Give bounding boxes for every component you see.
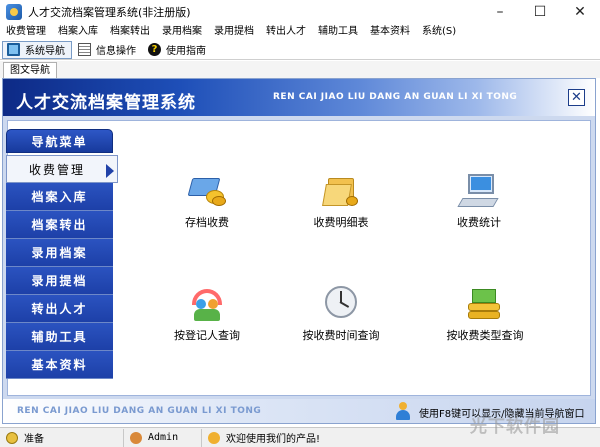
func-archive-charge[interactable]: 存档收费 — [152, 172, 262, 230]
watermark: 光下软件园 — [470, 417, 560, 437]
func-query-time[interactable]: 按收费时间查询 — [286, 285, 396, 343]
banner-title: 人才交流档案管理系统 — [16, 93, 196, 113]
minimize-button[interactable]: – — [480, 0, 520, 24]
func-query-registrant[interactable]: 按登记人查询 — [152, 285, 262, 343]
user-tip-icon — [395, 402, 411, 420]
menu-archive-in[interactable]: 档案入库 — [52, 24, 104, 40]
menu-hire-archive[interactable]: 录用档案 — [156, 24, 208, 40]
banner: 人才交流档案管理系统 REN CAI JIAO LIU DANG AN GUAN… — [3, 79, 595, 116]
user-guide-button[interactable]: ? 使用指南 — [144, 41, 212, 59]
nav-item-archive-out[interactable]: 档案转出 — [6, 211, 113, 239]
status-welcome-text: 欢迎使用我们的产品! — [226, 434, 321, 445]
folder-coins-icon — [320, 172, 362, 210]
func-label: 存档收费 — [185, 216, 229, 229]
people-icon — [186, 285, 228, 323]
nav-item-charges[interactable]: 收费管理 — [6, 155, 118, 183]
func-label: 按收费类型查询 — [446, 329, 524, 342]
system-nav-button[interactable]: 系统导航 — [2, 40, 72, 59]
nav-item-transfer-talent[interactable]: 转出人才 — [6, 295, 113, 323]
func-label: 按收费时间查询 — [302, 329, 380, 342]
status-welcome: 欢迎使用我们的产品! — [202, 429, 326, 447]
toolbar: 系统导航 信息操作 ? 使用指南 — [0, 40, 600, 60]
func-label: 按登记人查询 — [174, 329, 240, 342]
help-icon: ? — [148, 43, 161, 56]
nav-item-hire-retrieve[interactable]: 录用提档 — [6, 267, 113, 295]
money-stack-icon — [464, 285, 506, 323]
status-ready: 准备 — [0, 428, 124, 447]
info-operation-label: 信息操作 — [96, 46, 136, 57]
ready-icon — [6, 431, 18, 444]
menu-tools[interactable]: 辅助工具 — [312, 24, 364, 40]
nav-item-hire-archive[interactable]: 录用档案 — [6, 239, 113, 267]
menu-transfer-talent[interactable]: 转出人才 — [260, 24, 312, 40]
nav-item-tools[interactable]: 辅助工具 — [6, 323, 113, 351]
arrow-right-icon — [106, 164, 114, 178]
close-window-button[interactable]: ✕ — [560, 0, 600, 24]
footer-subtitle: REN CAI JIAO LIU DANG AN GUAN LI XI TONG — [17, 406, 262, 416]
func-charge-stats[interactable]: 收费统计 — [424, 172, 534, 230]
system-nav-label: 系统导航 — [25, 46, 65, 57]
smile-icon — [208, 431, 220, 444]
menu-hire-retrieve[interactable]: 录用提档 — [208, 24, 260, 40]
func-label: 收费明细表 — [313, 216, 369, 229]
user-icon — [130, 431, 142, 444]
menu-charges[interactable]: 收费管理 — [0, 24, 52, 40]
nav-menu-header: 导航菜单 — [6, 129, 113, 153]
tab-graphic-nav[interactable]: 图文导航 — [3, 62, 57, 78]
nav-menu: 收费管理 档案入库 档案转出 录用档案 录用提档 转出人才 辅助工具 基本资料 — [6, 155, 118, 379]
subtab-row: 图文导航 — [0, 61, 600, 78]
func-label: 收费统计 — [457, 216, 501, 229]
nav-item-label: 收费管理 — [29, 162, 86, 177]
func-query-type[interactable]: 按收费类型查询 — [430, 285, 540, 343]
menu-archive-out[interactable]: 档案转出 — [104, 24, 156, 40]
close-panel-button[interactable]: ✕ — [568, 89, 585, 106]
status-ready-text: 准备 — [24, 434, 44, 445]
func-charge-detail[interactable]: 收费明细表 — [286, 172, 396, 230]
menu-system[interactable]: 系统(S) — [416, 24, 462, 40]
menu-bar: 收费管理 档案入库 档案转出 录用档案 录用提档 转出人才 辅助工具 基本资料 … — [0, 24, 600, 40]
document-icon — [78, 43, 91, 56]
status-user-text: Admin — [148, 432, 179, 443]
user-guide-label: 使用指南 — [166, 46, 206, 57]
maximize-button[interactable]: ☐ — [520, 0, 560, 24]
card-payment-icon — [186, 172, 228, 210]
nav-item-basic-data[interactable]: 基本资料 — [6, 351, 113, 379]
app-icon — [6, 4, 22, 20]
window-controls: – ☐ ✕ — [480, 0, 600, 24]
banner-subtitle: REN CAI JIAO LIU DANG AN GUAN LI XI TONG — [273, 92, 518, 102]
monitor-icon — [7, 43, 20, 56]
window-title: 人才交流档案管理系统(非注册版) — [28, 6, 191, 19]
menu-basic-data[interactable]: 基本资料 — [364, 24, 416, 40]
info-operation-button[interactable]: 信息操作 — [74, 41, 142, 59]
computer-icon — [457, 172, 500, 210]
status-user: Admin — [124, 428, 202, 447]
nav-item-archive-in[interactable]: 档案入库 — [6, 183, 113, 211]
title-bar: 人才交流档案管理系统(非注册版) – ☐ ✕ — [0, 0, 600, 24]
clock-icon — [320, 285, 362, 323]
